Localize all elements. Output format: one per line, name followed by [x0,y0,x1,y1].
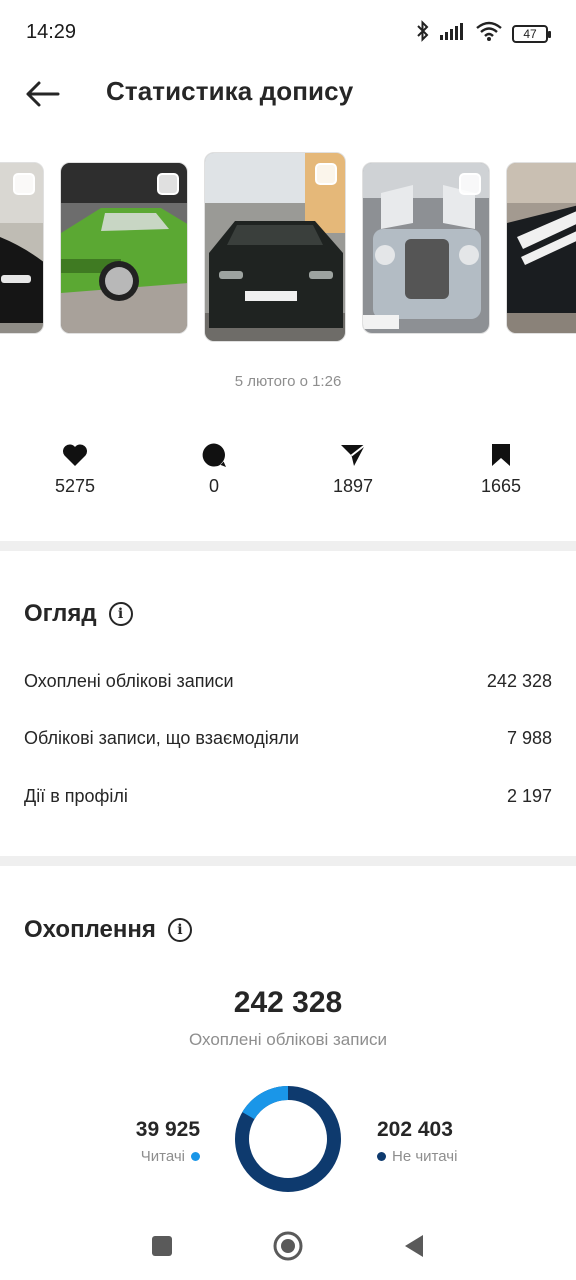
row-label: Облікові записи, що взаємодіяли [24,728,300,748]
wifi-icon [476,21,502,46]
status-bar: 14:29 47 [0,0,576,66]
post-thumbnail[interactable] [362,162,490,334]
reach-title: Охоплення [24,916,156,943]
select-checkbox[interactable] [459,173,481,195]
shares-count: 1897 [332,476,374,496]
heart-icon [62,444,88,466]
row-value: 7 988 [506,728,552,748]
non-followers-value: 202 403 [377,1118,453,1141]
select-checkbox[interactable] [157,173,179,195]
header: Статистика допису [0,66,576,122]
post-date: 5 лютого о 1:26 [234,373,342,390]
followers-color-dot [191,1152,200,1161]
post-carousel[interactable] [0,152,576,344]
info-icon[interactable]: i [108,602,133,626]
battery-icon: 47 [512,24,551,43]
select-checkbox[interactable] [13,173,35,195]
row-value: 242 328 [486,671,552,691]
row-label: Дії в профілі [24,786,128,806]
likes-count: 5275 [54,476,96,496]
non-followers-legend: 202 403 Не читачі [377,1118,457,1165]
triangle-back-icon [405,1235,423,1257]
non-followers-label-row: Не читачі [377,1148,457,1165]
non-followers-label: Не читачі [392,1148,458,1165]
back-nav-button[interactable] [394,1226,434,1266]
bluetooth-icon [416,20,430,47]
post-thumbnail[interactable] [0,162,44,334]
overview-row[interactable]: Облікові записи, що взаємодіяли 7 988 [24,728,552,749]
post-thumbnail[interactable] [506,162,576,334]
reach-donut-chart [235,1086,341,1192]
followers-value: 39 925 [135,1118,200,1141]
engagement-metrics: 5275 0 1897 1665 [0,438,576,502]
reach-section-title: Охоплення i [24,916,192,944]
select-checkbox[interactable] [315,163,337,185]
back-button[interactable] [20,76,64,112]
circle-icon [273,1231,303,1261]
home-button[interactable] [268,1226,308,1266]
comments-metric: 0 [169,438,259,497]
overview-title: Огляд [24,600,97,627]
post-thumbnail[interactable] [204,152,346,342]
share-icon [341,444,366,466]
non-followers-color-dot [377,1152,386,1161]
section-divider [0,856,576,866]
comments-count: 0 [208,476,219,496]
followers-label: Читачі [140,1148,185,1165]
info-icon[interactable]: i [167,918,192,942]
reach-subtitle: Охоплені облікові записи [189,1030,387,1049]
post-thumbnail[interactable] [60,162,188,334]
saves-metric: 1665 [456,438,546,497]
recents-button[interactable] [142,1226,182,1266]
shares-metric: 1897 [308,438,398,497]
reach-total: 242 328 [233,986,343,1019]
section-divider [0,541,576,551]
arrow-left-icon [26,81,60,107]
bookmark-icon [492,444,510,466]
overview-section-title: Огляд i [24,600,133,628]
system-navigation-bar [0,1210,576,1280]
followers-legend: 39 925 Читачі [136,1118,200,1165]
saves-count: 1665 [480,476,522,496]
status-icons: 47 [416,20,551,47]
followers-label-row: Читачі [136,1148,200,1165]
overview-row[interactable]: Дії в профілі 2 197 [24,786,552,807]
signal-icon [440,22,466,45]
comment-icon [202,443,226,467]
overview-row[interactable]: Охоплені облікові записи 242 328 [24,671,552,692]
status-time: 14:29 [26,21,77,43]
page-title: Статистика допису [106,76,354,106]
row-value: 2 197 [506,786,552,806]
likes-metric: 5275 [30,438,120,497]
row-label: Охоплені облікові записи [24,671,234,691]
square-icon [152,1236,172,1256]
